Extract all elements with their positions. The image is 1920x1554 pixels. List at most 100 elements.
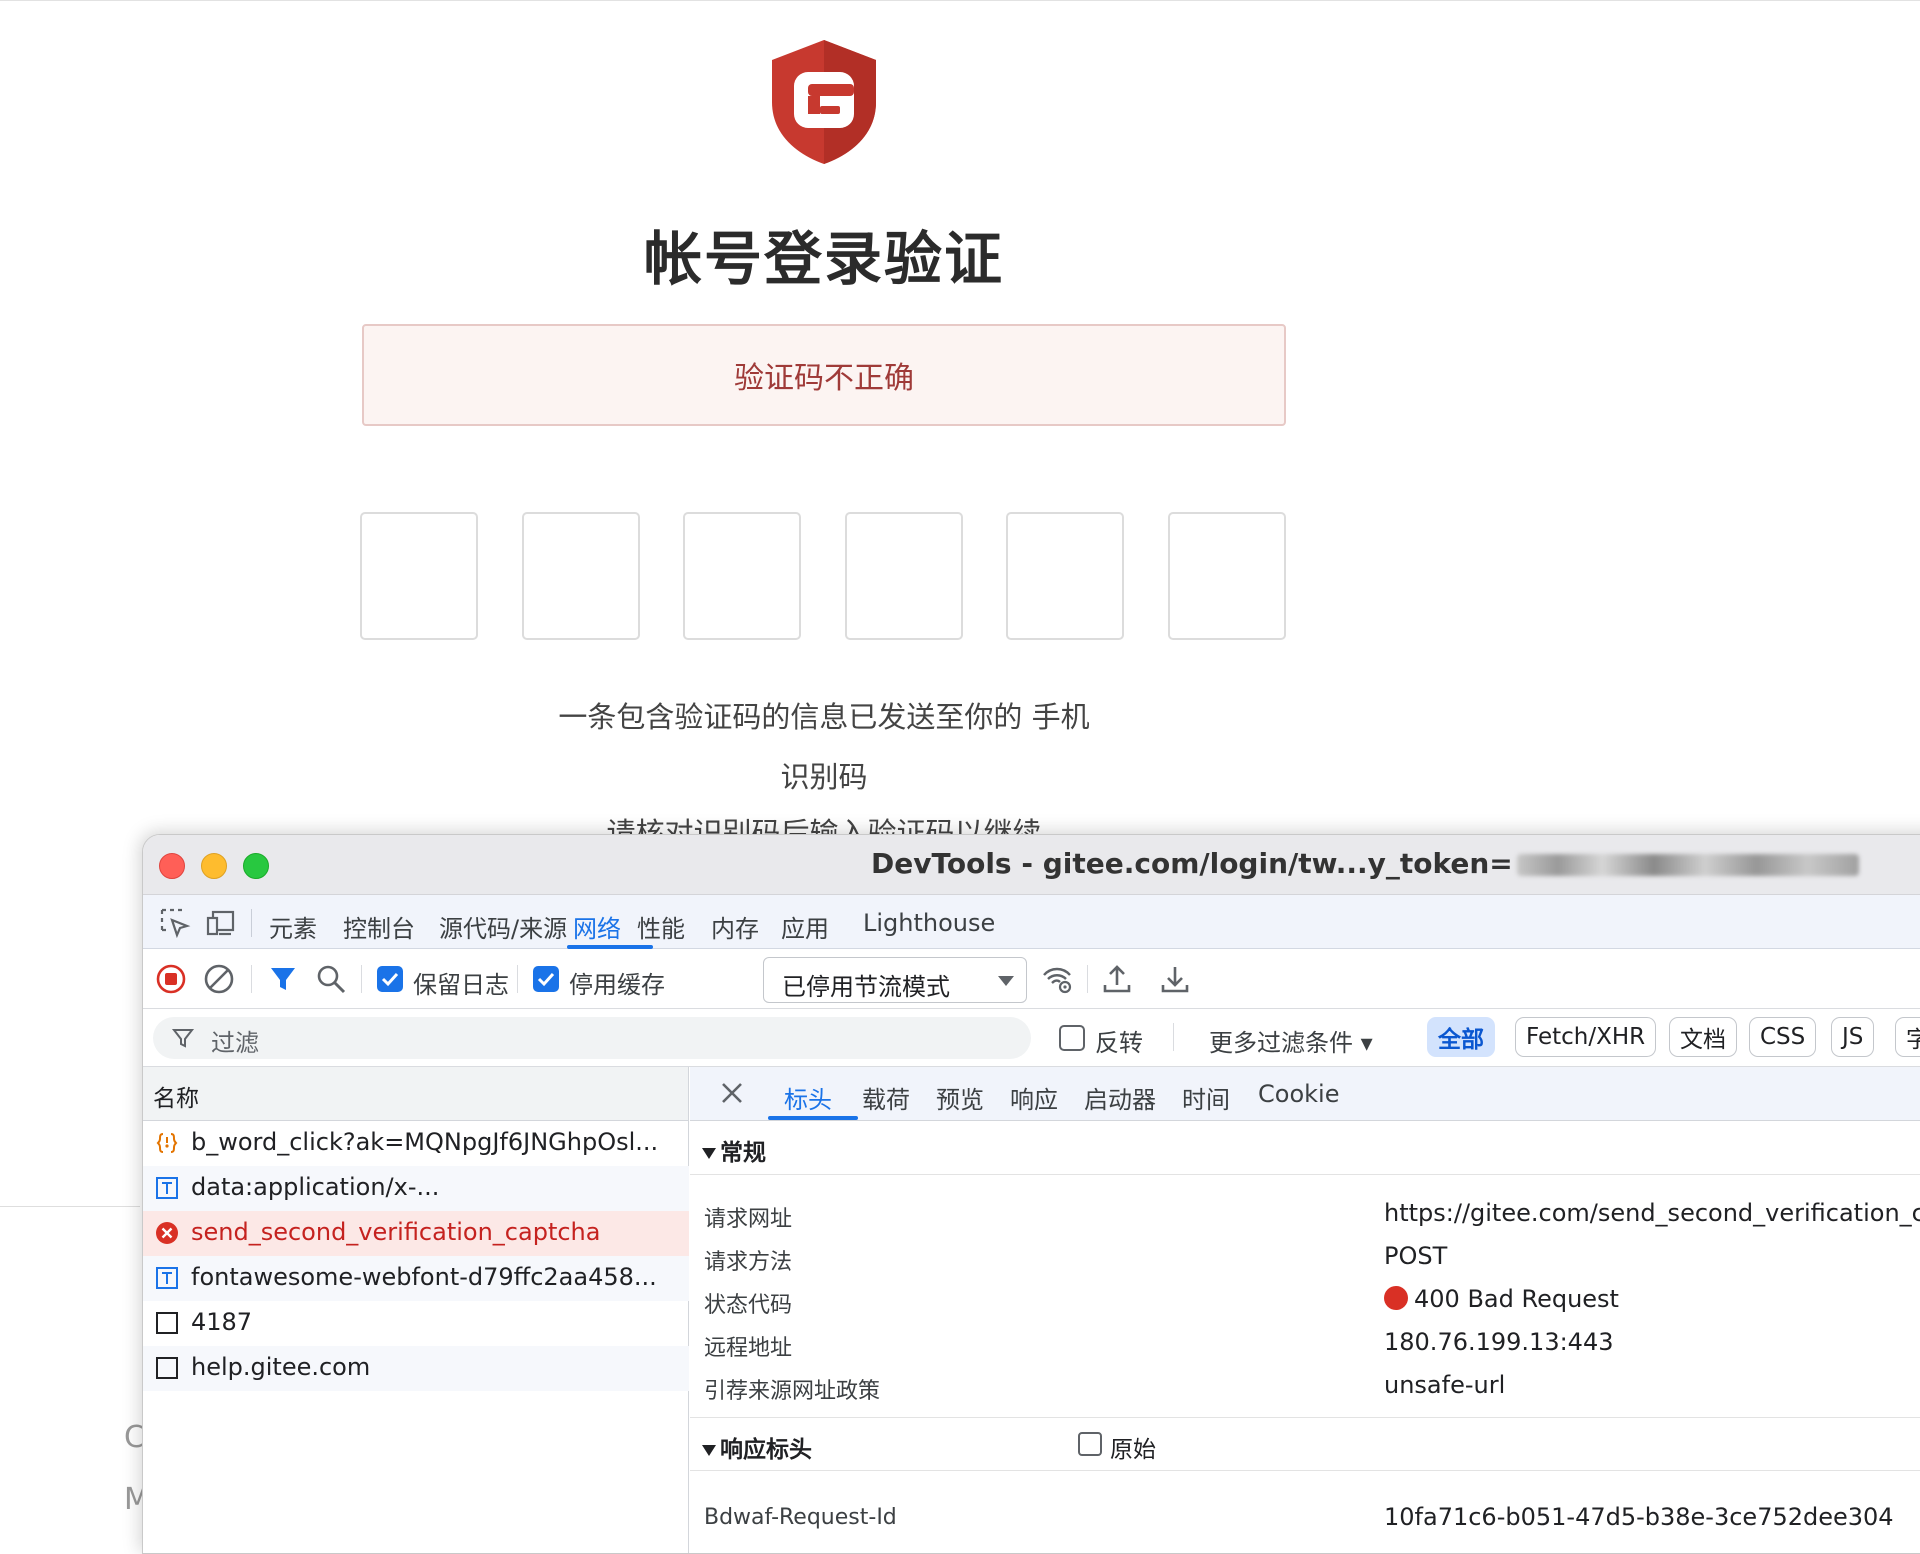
inspect-element-icon[interactable] xyxy=(159,907,191,939)
invert-label[interactable]: 反转 xyxy=(1095,1023,1143,1058)
more-filters-dropdown[interactable]: 更多过滤条件 ▾ xyxy=(1209,1023,1373,1058)
search-icon[interactable] xyxy=(315,963,347,995)
triangle-down-icon xyxy=(702,1148,716,1159)
tab-response[interactable]: 响应 xyxy=(1010,1080,1058,1115)
network-conditions-icon[interactable] xyxy=(1041,963,1073,995)
error-status-dot xyxy=(1384,1286,1408,1310)
tab-memory[interactable]: 内存 xyxy=(711,909,759,944)
filter-input[interactable]: 过滤 xyxy=(153,1017,1031,1059)
caret-down-icon xyxy=(998,976,1014,986)
close-icon[interactable] xyxy=(718,1079,746,1107)
code-digit-input[interactable] xyxy=(360,512,478,640)
request-row[interactable]: fontawesome-webfont-d79ffc2aa458... xyxy=(143,1256,689,1301)
window-title: DevTools - gitee.com/login/tw...y_token= xyxy=(871,847,1859,880)
close-window-button[interactable] xyxy=(159,853,185,879)
toolbar-separator xyxy=(361,965,362,993)
filter-placeholder: 过滤 xyxy=(211,1029,259,1057)
request-row[interactable]: b_word_click?ak=MQNpgJf6JNGhpOsl... xyxy=(143,1121,689,1166)
devtools-window: DevTools - gitee.com/login/tw...y_token=… xyxy=(142,834,1920,1554)
request-name: fontawesome-webfont-d79ffc2aa458... xyxy=(191,1263,657,1291)
tab-separator xyxy=(251,909,252,937)
tab-performance[interactable]: 性能 xyxy=(637,909,685,944)
stop-recording-icon[interactable] xyxy=(155,963,187,995)
filter-chip-fetch-xhr[interactable]: Fetch/XHR xyxy=(1515,1017,1657,1057)
header-key: Bdwaf-Request-Id xyxy=(704,1505,897,1530)
blank-doc-icon xyxy=(156,1312,178,1334)
header-value: unsafe-url xyxy=(1384,1371,1506,1399)
request-row[interactable]: send_second_verification_captcha xyxy=(143,1211,689,1256)
error-alert-text: 验证码不正确 xyxy=(734,361,914,396)
request-row[interactable]: data:application/x-... xyxy=(143,1166,689,1211)
window-title-text: DevTools - gitee.com/login/tw...y_token= xyxy=(871,847,1513,880)
code-digit-input[interactable] xyxy=(1006,512,1124,640)
filter-chip-css[interactable]: CSS xyxy=(1749,1017,1817,1057)
tab-lighthouse[interactable]: Lighthouse xyxy=(863,909,995,937)
throttling-select[interactable]: 已停用节流模式 xyxy=(763,957,1027,1003)
status-text: 400 Bad Request xyxy=(1414,1285,1619,1313)
general-section-header[interactable]: 常规 xyxy=(690,1121,1920,1175)
tab-timing[interactable]: 时间 xyxy=(1182,1080,1230,1115)
minimize-window-button[interactable] xyxy=(201,853,227,879)
tab-elements[interactable]: 元素 xyxy=(269,909,317,944)
check-icon xyxy=(537,972,555,987)
request-name: b_word_click?ak=MQNpgJf6JNGhpOsl... xyxy=(191,1128,659,1156)
filter-chip-doc[interactable]: 文档 xyxy=(1669,1017,1737,1057)
filter-funnel-icon[interactable] xyxy=(267,963,299,995)
header-key: 请求网址 xyxy=(704,1207,793,1232)
request-name: send_second_verification_captcha xyxy=(191,1218,601,1246)
preserve-log-checkbox[interactable] xyxy=(377,966,403,992)
page-divider xyxy=(0,1206,140,1207)
invert-checkbox[interactable] xyxy=(1059,1025,1085,1051)
code-digit-input[interactable] xyxy=(683,512,801,640)
toolbar-separator xyxy=(517,965,518,993)
tab-payload[interactable]: 载荷 xyxy=(862,1080,910,1115)
clear-icon[interactable] xyxy=(203,963,235,995)
disable-cache-label[interactable]: 停用缓存 xyxy=(569,965,665,1000)
preserve-log-label[interactable]: 保留日志 xyxy=(413,965,509,1000)
redacted-token xyxy=(1516,854,1859,876)
network-filter-bar: 过滤 反转 更多过滤条件 ▾ 全部 Fetch/XHR 文档 CSS JS 字 xyxy=(143,1009,1920,1067)
tab-console[interactable]: 控制台 xyxy=(343,909,415,944)
filter-chip-js[interactable]: JS xyxy=(1831,1017,1875,1057)
toolbar-separator xyxy=(1087,965,1088,993)
code-digit-input[interactable] xyxy=(522,512,640,640)
response-headers-title-text: 响应标头 xyxy=(720,1437,812,1463)
request-row[interactable]: 4187 xyxy=(143,1301,689,1346)
header-key: 状态代码 xyxy=(704,1293,793,1318)
device-toolbar-icon[interactable] xyxy=(205,907,237,939)
instruction-text: 请核对识别码后输入验证码以继续 xyxy=(606,816,1042,834)
identifier-label: 识别码 xyxy=(780,760,868,794)
tab-initiator[interactable]: 启动器 xyxy=(1084,1080,1156,1115)
tab-cookies[interactable]: Cookie xyxy=(1258,1080,1339,1108)
code-digit-input[interactable] xyxy=(1168,512,1286,640)
blank-doc-icon xyxy=(156,1357,178,1379)
verification-code-inputs xyxy=(360,512,1288,642)
filter-chip-all[interactable]: 全部 xyxy=(1427,1017,1495,1057)
request-row[interactable]: help.gitee.com xyxy=(143,1346,689,1391)
zoom-window-button[interactable] xyxy=(243,853,269,879)
export-har-icon[interactable] xyxy=(1159,963,1191,995)
request-list-header[interactable]: 名称 xyxy=(143,1067,688,1121)
details-tabs: 标头 载荷 预览 响应 启动器 时间 Cookie xyxy=(690,1067,1920,1121)
request-details: 标头 载荷 预览 响应 启动器 时间 Cookie 常规 请求网址 https:… xyxy=(690,1067,1920,1553)
filter-chip-font[interactable]: 字 xyxy=(1895,1017,1920,1057)
gitee-shield-logo xyxy=(772,40,876,164)
tab-sources[interactable]: 源代码/来源 xyxy=(439,909,567,944)
raw-headers-label[interactable]: 原始 xyxy=(1110,1430,1156,1464)
tab-preview[interactable]: 预览 xyxy=(936,1080,984,1115)
devtools-titlebar: DevTools - gitee.com/login/tw...y_token= xyxy=(143,835,1920,895)
devtools-panel-tabs: 元素 控制台 源代码/来源 网络 性能 内存 应用 Lighthouse xyxy=(143,895,1920,949)
import-har-icon[interactable] xyxy=(1101,963,1133,995)
tab-application[interactable]: 应用 xyxy=(781,909,829,944)
disable-cache-checkbox[interactable] xyxy=(533,966,559,992)
script-icon xyxy=(156,1133,178,1153)
toolbar-separator xyxy=(1173,1023,1174,1051)
tab-headers[interactable]: 标头 xyxy=(784,1080,832,1115)
tab-network[interactable]: 网络 xyxy=(573,909,621,944)
text-doc-icon xyxy=(156,1267,178,1289)
header-key: 请求方法 xyxy=(704,1250,793,1275)
raw-headers-checkbox[interactable] xyxy=(1078,1432,1102,1456)
code-digit-input[interactable] xyxy=(845,512,963,640)
request-list: 名称 b_word_click?ak=MQNpgJf6JNGhpOsl... d… xyxy=(143,1067,689,1553)
response-headers-section-header[interactable]: 响应标头 原始 xyxy=(690,1417,1920,1471)
